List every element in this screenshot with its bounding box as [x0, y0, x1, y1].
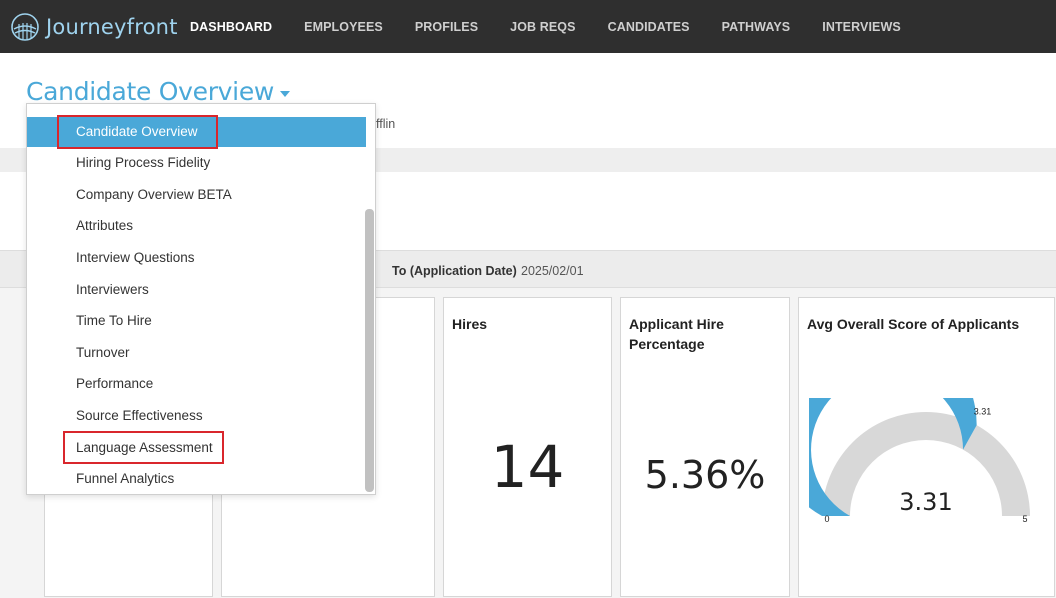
logo-text: Journeyfront — [46, 14, 178, 39]
dd-item-source-effectiveness[interactable]: Source Effectiveness — [27, 401, 366, 431]
gauge-marker-label: 3.31 — [974, 407, 992, 417]
gauge-value: 3.31 — [899, 488, 952, 516]
to-date-value[interactable]: 2025/02/01 — [521, 264, 584, 278]
dd-item-time-to-hire[interactable]: Time To Hire — [27, 306, 366, 336]
breadcrumb: fflin — [376, 117, 396, 131]
dd-item-interviewers[interactable]: Interviewers — [27, 275, 366, 305]
hire-percentage-card: Applicant Hire Percentage 5.36% — [620, 297, 790, 597]
dd-item-attributes[interactable]: Attributes — [27, 211, 366, 241]
highlight-candidate-overview — [57, 115, 218, 149]
dd-item-performance[interactable]: Performance — [27, 369, 366, 399]
logo-globe-icon — [11, 12, 39, 41]
top-navbar: Journeyfront DASHBOARD EMPLOYEES PROFILE… — [0, 0, 1056, 53]
nav-profiles[interactable]: PROFILES — [415, 20, 478, 34]
dd-item-funnel-analytics[interactable]: Funnel Analytics — [27, 464, 366, 494]
page-title[interactable]: Candidate Overview — [26, 77, 274, 106]
avg-score-card: Avg Overall Score of Applicants 3.31 0 5… — [798, 297, 1055, 597]
avg-score-title: Avg Overall Score of Applicants — [807, 316, 1020, 332]
hires-title: Hires — [452, 316, 488, 332]
hires-card: Hires 14 — [443, 297, 612, 597]
dd-item-turnover[interactable]: Turnover — [27, 338, 366, 368]
dd-item-interview-questions[interactable]: Interview Questions — [27, 243, 366, 273]
dd-item-hiring-process-fidelity[interactable]: Hiring Process Fidelity — [27, 148, 366, 178]
logo[interactable]: Journeyfront — [10, 12, 190, 42]
nav-interviews[interactable]: INTERVIEWS — [822, 20, 901, 34]
nav-candidates[interactable]: CANDIDATES — [608, 20, 690, 34]
hire-percentage-title: Applicant Hire Percentage — [629, 314, 724, 354]
report-selector[interactable]: Candidate Overview — [26, 77, 291, 106]
dropdown-scrollbar-thumb[interactable] — [365, 209, 374, 492]
highlight-language-assessment — [63, 431, 224, 464]
hires-value: 14 — [490, 433, 565, 501]
gauge-max-label: 5 — [1022, 514, 1027, 524]
nav-employees[interactable]: EMPLOYEES — [304, 20, 383, 34]
avg-score-gauge: 3.31 0 5 3.31 — [809, 398, 1030, 524]
nav-pathways[interactable]: PATHWAYS — [722, 20, 791, 34]
hire-percentage-value: 5.36% — [644, 453, 766, 497]
dd-item-company-overview-beta[interactable]: Company Overview BETA — [27, 180, 366, 210]
to-date-label: To (Application Date) — [392, 264, 517, 278]
hire-percentage-title-line2: Percentage — [629, 336, 705, 352]
nav-dashboard[interactable]: DASHBOARD — [190, 20, 272, 34]
caret-down-icon[interactable] — [280, 90, 291, 97]
gauge-min-label: 0 — [824, 514, 829, 524]
hire-percentage-title-line1: Applicant Hire — [629, 316, 724, 332]
nav-job-reqs[interactable]: JOB REQS — [510, 20, 575, 34]
